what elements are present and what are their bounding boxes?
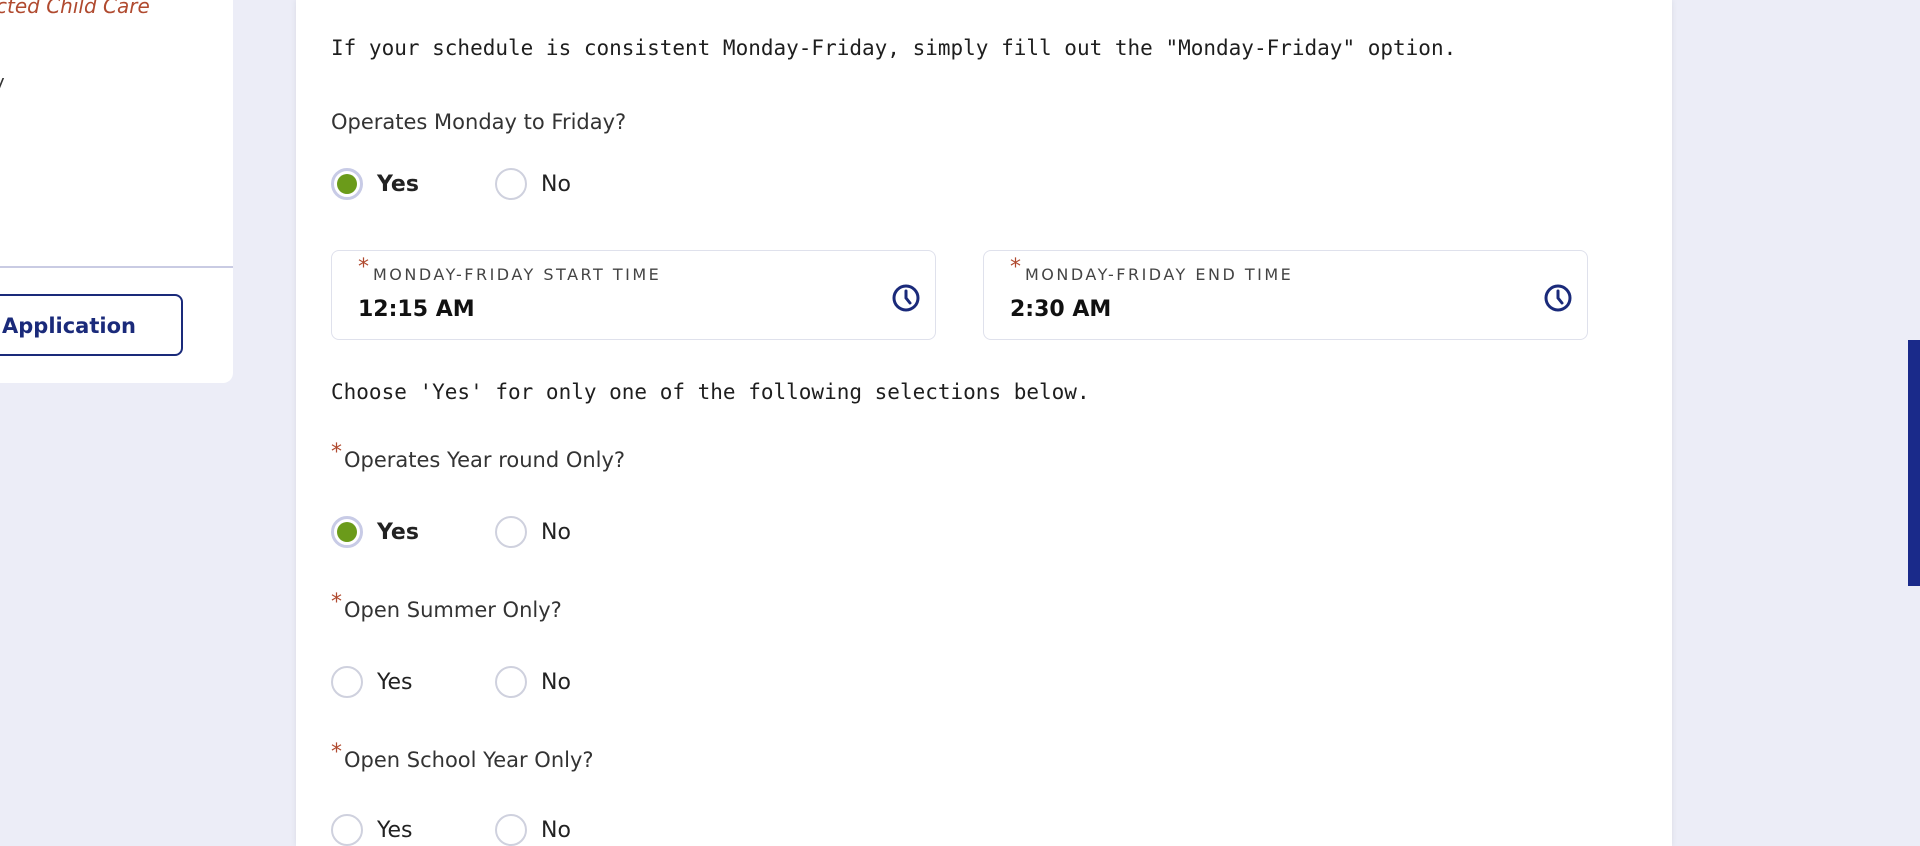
radio-label: Yes [377, 171, 419, 197]
radio-label: Yes [377, 817, 413, 843]
schedule-instruction: If your schedule is consistent Monday-Fr… [331, 36, 1457, 60]
year-round-radio-group: Yes No [331, 516, 659, 548]
school-year-yes-radio[interactable]: Yes [331, 814, 495, 846]
required-marker: * [358, 255, 369, 280]
mon-fri-question: Operates Monday to Friday? [331, 110, 627, 134]
scrollbar-thumb[interactable] [1908, 340, 1920, 586]
radio-unselected-icon [495, 814, 527, 846]
year-round-yes-radio[interactable]: Yes [331, 516, 495, 548]
start-time-label: * MONDAY-FRIDAY START TIME [358, 255, 662, 284]
end-time-label: * MONDAY-FRIDAY END TIME [1010, 255, 1294, 284]
required-marker: * [331, 590, 342, 615]
required-marker: * [331, 440, 342, 465]
radio-label: No [541, 519, 571, 545]
school-year-question: *Open School Year Only? [331, 740, 594, 772]
summer-no-radio[interactable]: No [495, 666, 659, 698]
radio-label: No [541, 669, 571, 695]
mon-fri-yes-radio[interactable]: Yes [331, 168, 495, 200]
radio-selected-icon [331, 168, 363, 200]
radio-unselected-icon [495, 168, 527, 200]
radio-unselected-icon [495, 516, 527, 548]
required-marker: * [1010, 255, 1021, 280]
radio-label: No [541, 171, 571, 197]
start-time-value: 12:15 AM [358, 297, 475, 322]
sidebar-divider [0, 266, 233, 268]
sidebar-link-text[interactable]: cted Child Care [0, 0, 150, 18]
radio-selected-icon [331, 516, 363, 548]
mon-fri-no-radio[interactable]: No [495, 168, 659, 200]
summer-question: *Open Summer Only? [331, 590, 562, 622]
mon-fri-start-time-field[interactable]: * MONDAY-FRIDAY START TIME 12:15 AM [331, 250, 936, 340]
mon-fri-end-time-field[interactable]: * MONDAY-FRIDAY END TIME 2:30 AM [983, 250, 1588, 340]
summer-yes-radio[interactable]: Yes [331, 666, 495, 698]
year-round-no-radio[interactable]: No [495, 516, 659, 548]
sidebar-text-fragment: y [0, 72, 5, 93]
school-year-no-radio[interactable]: No [495, 814, 659, 846]
school-year-radio-group: Yes No [331, 814, 659, 846]
radio-label: Yes [377, 669, 413, 695]
year-round-question: *Operates Year round Only? [331, 440, 626, 472]
mon-fri-radio-group: Yes No [331, 168, 659, 200]
radio-unselected-icon [331, 814, 363, 846]
sidebar-card: cted Child Care y Application [0, 0, 233, 383]
application-button[interactable]: Application [0, 294, 183, 356]
radio-label: Yes [377, 519, 419, 545]
radio-label: No [541, 817, 571, 843]
end-time-value: 2:30 AM [1010, 297, 1112, 322]
radio-unselected-icon [495, 666, 527, 698]
choose-instruction: Choose 'Yes' for only one of the followi… [331, 380, 1090, 404]
clock-icon[interactable] [891, 283, 921, 313]
summer-radio-group: Yes No [331, 666, 659, 698]
clock-icon[interactable] [1543, 283, 1573, 313]
required-marker: * [331, 740, 342, 765]
radio-unselected-icon [331, 666, 363, 698]
